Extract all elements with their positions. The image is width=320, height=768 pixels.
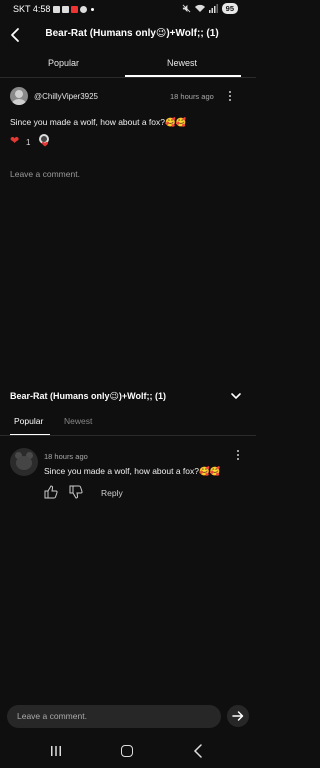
system-nav-bar [0, 738, 256, 768]
sheet-tab-newest[interactable]: Newest [64, 416, 92, 426]
sheet-tab-popular[interactable]: Popular [14, 416, 43, 426]
app-icon [80, 5, 88, 13]
status-bar: SKT 4:58 95 [0, 0, 256, 20]
heart-icon[interactable]: ❤ [10, 136, 19, 147]
youtube-icon [71, 5, 79, 13]
mute-icon [182, 4, 191, 13]
tab-newest[interactable]: Newest [167, 58, 197, 68]
chevron-down-icon[interactable] [230, 391, 242, 401]
signal-icon [208, 4, 218, 13]
mail-icon [62, 5, 70, 13]
divider [0, 77, 256, 78]
avatar[interactable] [10, 87, 28, 105]
comment-input[interactable]: Leave a comment. [7, 705, 221, 728]
comments-header: Bear-Rat (Humans only😉)+Wolf;; (1) [0, 22, 256, 48]
comment-text: Since you made a wolf, how about a fox?🥰… [44, 466, 221, 476]
gallery-icon [53, 5, 61, 13]
reply-button[interactable]: Reply [101, 488, 123, 498]
page-title: Bear-Rat (Humans only😉)+Wolf;; (1) [45, 28, 219, 39]
status-left: SKT 4:58 [13, 4, 95, 14]
creator-heart-avatar-icon [39, 134, 49, 147]
home-icon[interactable] [121, 745, 133, 757]
status-right: 95 [182, 3, 238, 14]
comment-time: 18 hours ago [44, 452, 88, 461]
avatar[interactable] [10, 448, 38, 476]
carrier-time: SKT 4:58 [13, 4, 51, 14]
more-notifications-icon [91, 7, 95, 11]
comment-time: 18 hours ago [170, 92, 214, 101]
thumbs-up-icon[interactable] [44, 485, 58, 499]
sort-tabs: Popular Newest [0, 54, 256, 78]
more-options-icon[interactable] [236, 450, 240, 462]
leave-comment-prompt[interactable]: Leave a comment. [10, 169, 80, 179]
divider [0, 435, 256, 436]
sheet-title: Bear-Rat (Humans only😉)+Wolf;; (1) [10, 391, 166, 401]
tab-popular[interactable]: Popular [48, 58, 79, 68]
more-options-icon[interactable] [228, 91, 232, 103]
comment-input-placeholder: Leave a comment. [17, 711, 87, 721]
like-count: 1 [26, 138, 31, 147]
thumbs-down-icon[interactable] [69, 485, 83, 499]
battery-indicator: 95 [221, 3, 238, 14]
wifi-icon [194, 4, 205, 12]
back-icon[interactable] [193, 744, 203, 758]
comment-author[interactable]: @ChillyViper3925 [34, 92, 98, 101]
send-arrow-icon[interactable] [227, 705, 249, 727]
notification-icons [53, 5, 95, 13]
recents-icon[interactable] [50, 745, 62, 757]
comment-text: Since you made a wolf, how about a fox?🥰… [10, 117, 187, 127]
